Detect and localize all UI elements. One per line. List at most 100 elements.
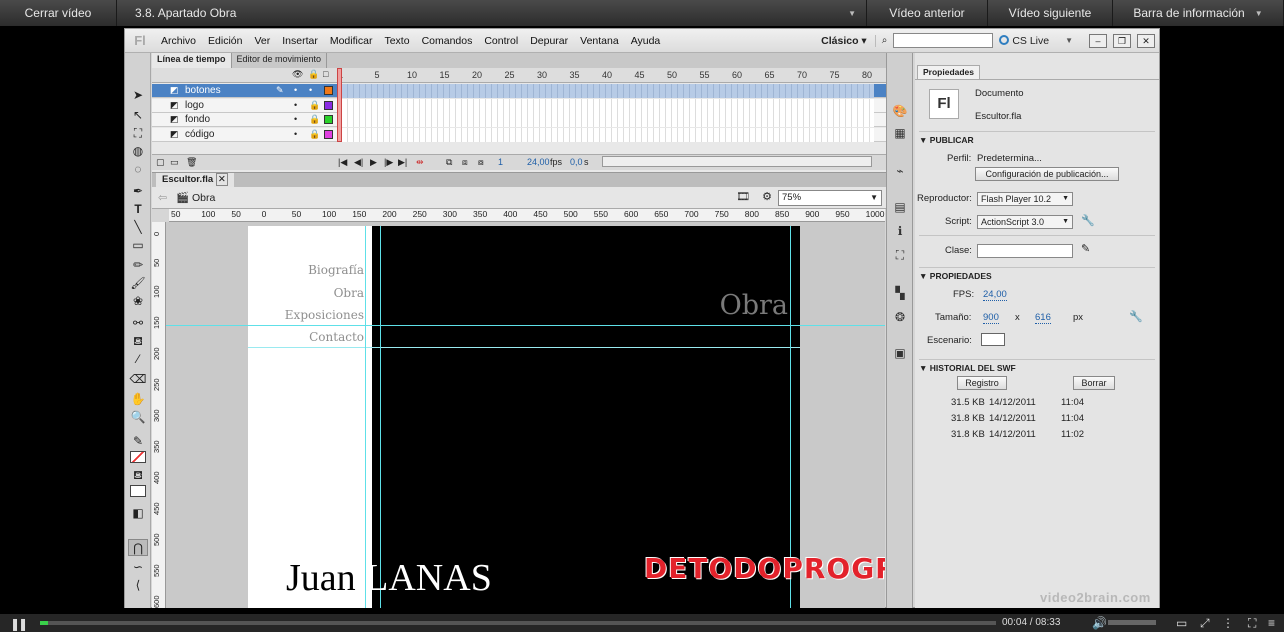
menu-item[interactable]: Depurar — [524, 35, 574, 47]
menu-item[interactable]: Insertar — [276, 35, 324, 47]
onion-outline-icon[interactable]: ⧈ — [462, 157, 468, 168]
stage-color-swatch[interactable] — [981, 333, 1005, 346]
first-frame-icon[interactable]: |◀ — [338, 157, 347, 168]
layer-outline-color[interactable] — [324, 100, 333, 110]
clear-button[interactable]: Borrar — [1073, 376, 1115, 390]
pencil-icon[interactable]: ✎ — [1081, 242, 1090, 255]
wrench-icon[interactable]: 🔧 — [1129, 310, 1143, 323]
timeline-layer[interactable]: ◩ código • 🔒 — [152, 127, 886, 142]
visibility-dot[interactable]: • — [294, 114, 297, 124]
menu-link-contacto[interactable]: Contacto — [309, 330, 364, 344]
layer-name[interactable]: código — [185, 129, 214, 140]
bone-tool-icon[interactable]: ⚯ — [128, 315, 148, 332]
actions-panel-icon[interactable]: ▣ — [892, 345, 908, 361]
edit-scene-icon[interactable]: 🎞 — [736, 190, 750, 203]
snap-magnet-icon[interactable]: ⋂ — [128, 539, 148, 556]
play-icon[interactable]: ▶ — [370, 157, 377, 168]
rectangle-tool-icon[interactable]: ▭ — [128, 237, 148, 254]
layer-name[interactable]: logo — [185, 100, 204, 111]
menu-item[interactable]: Edición — [202, 35, 248, 47]
tab-timeline[interactable]: Línea de tiempo — [152, 53, 232, 68]
menu-icon[interactable]: ≡ — [1268, 616, 1275, 630]
stroke-color-swatch[interactable] — [128, 449, 148, 466]
lasso-tool-icon[interactable]: ◌ — [128, 161, 148, 178]
fps-input[interactable]: 24,00 — [983, 289, 1007, 301]
section-properties[interactable]: ▼ PROPIEDADES — [919, 267, 1155, 281]
back-arrow-icon[interactable]: ⇦ — [158, 191, 167, 204]
zoom-tool-icon[interactable]: 🔍 — [128, 409, 148, 426]
delete-layer-icon[interactable]: 🗑 — [186, 157, 197, 168]
new-layer-icon[interactable]: ▢ — [156, 157, 165, 168]
align-panel-icon[interactable]: ▤ — [892, 199, 908, 215]
lock-icon[interactable]: 🔒 — [309, 114, 320, 125]
straighten-icon[interactable]: ⟨ — [128, 577, 148, 594]
guide-horizontal[interactable] — [166, 325, 885, 326]
step-back-icon[interactable]: ◀| — [354, 157, 363, 168]
components-panel-icon[interactable]: ▚ — [892, 285, 908, 301]
menu-item[interactable]: Control — [478, 35, 524, 47]
close-icon[interactable]: ✕ — [1137, 33, 1155, 48]
menu-item[interactable]: Ayuda — [625, 35, 667, 47]
hand-tool-icon[interactable]: ✋ — [128, 391, 148, 408]
black-white-icon[interactable]: ◧ — [128, 505, 148, 522]
menu-link-exposiciones[interactable]: Exposiciones — [285, 308, 364, 322]
timeline-scrollbar[interactable] — [602, 156, 872, 167]
section-title[interactable]: Obra — [720, 290, 788, 321]
free-transform-tool-icon[interactable]: ⛶ — [128, 125, 148, 142]
tab-motion-editor[interactable]: Editor de movimiento — [232, 53, 328, 68]
lock-icon[interactable]: 🔒 — [308, 69, 319, 80]
width-input[interactable]: 900 — [983, 312, 999, 324]
guide-vertical[interactable] — [365, 226, 366, 608]
eraser-tool-icon[interactable]: ⌫ — [128, 371, 148, 388]
publish-settings-button[interactable]: Configuración de publicación... — [975, 167, 1119, 181]
menu-item[interactable]: Comandos — [416, 35, 479, 47]
lock-dot[interactable]: • — [309, 85, 312, 95]
layer-frames[interactable] — [342, 113, 874, 128]
close-tab-icon[interactable]: ✕ — [215, 173, 228, 186]
stage-nav-area[interactable]: Biografía Obra Exposiciones Contacto — [248, 226, 372, 608]
player-select[interactable]: Flash Player 10.2 ▼ — [977, 192, 1073, 206]
volume-icon[interactable]: 🔊 — [1092, 616, 1107, 630]
progress-track[interactable] — [40, 621, 996, 625]
subselection-tool-icon[interactable]: ↖ — [128, 107, 148, 124]
captions-icon[interactable]: ▭ — [1176, 616, 1187, 630]
menu-item[interactable]: Archivo — [155, 35, 202, 47]
pen-tool-icon[interactable]: ✒ — [128, 183, 148, 200]
log-button[interactable]: Registro — [957, 376, 1007, 390]
settings-icon[interactable]: ⋮ — [1222, 616, 1234, 630]
chevron-down-icon[interactable]: ▼ — [1065, 36, 1073, 45]
logo-signature[interactable]: Juan LANAS — [286, 556, 492, 600]
fps-value[interactable]: 24,00 — [527, 157, 550, 167]
pencil-tool-icon[interactable]: ✏ — [128, 257, 148, 274]
volume-slider[interactable] — [1108, 620, 1156, 625]
onion-skin-icon[interactable]: ⧉ — [446, 157, 452, 168]
visibility-dot[interactable]: • — [294, 85, 297, 95]
pause-icon[interactable]: ❚❚ — [10, 617, 28, 631]
zoom-select[interactable]: 75% ▼ — [778, 190, 882, 206]
info-panel-icon[interactable]: ℹ — [892, 223, 908, 239]
menu-link-obra[interactable]: Obra — [334, 286, 364, 300]
layer-name[interactable]: fondo — [185, 114, 210, 125]
cs-live-button[interactable]: CS Live — [999, 34, 1049, 47]
expand-icon[interactable]: ⤢ — [1200, 616, 1210, 631]
next-video-button[interactable]: Vídeo siguiente — [988, 0, 1113, 26]
elapsed-time[interactable]: 0,0 — [570, 157, 583, 167]
timeline-layer[interactable]: ◩ fondo • 🔒 — [152, 113, 886, 128]
minimize-icon[interactable]: – — [1089, 33, 1107, 48]
new-folder-icon[interactable]: ▭ — [170, 157, 179, 168]
workspace-switcher[interactable]: Clásico ▾ — [813, 34, 876, 47]
class-input[interactable] — [977, 244, 1073, 258]
layer-outline-color[interactable] — [324, 86, 333, 95]
deco-tool-icon[interactable]: ❀ — [128, 293, 148, 310]
selection-tool-icon[interactable]: ➤ — [128, 87, 148, 104]
help-search-input[interactable] — [893, 33, 994, 48]
color-panel-icon[interactable]: 🎨 — [892, 103, 908, 119]
pasteboard[interactable]: Biografía Obra Exposiciones Contacto Obr… — [166, 222, 885, 608]
document-tab[interactable]: Escultor.fla ✕ — [156, 173, 234, 187]
height-input[interactable]: 616 — [1035, 312, 1051, 324]
visibility-dot[interactable]: • — [294, 129, 297, 139]
line-tool-icon[interactable]: ╲ — [128, 219, 148, 236]
layer-name[interactable]: botones — [185, 85, 221, 96]
3d-rotation-tool-icon[interactable]: ◍ — [128, 143, 148, 160]
eyedropper-tool-icon[interactable]: ⁄ — [128, 351, 148, 368]
